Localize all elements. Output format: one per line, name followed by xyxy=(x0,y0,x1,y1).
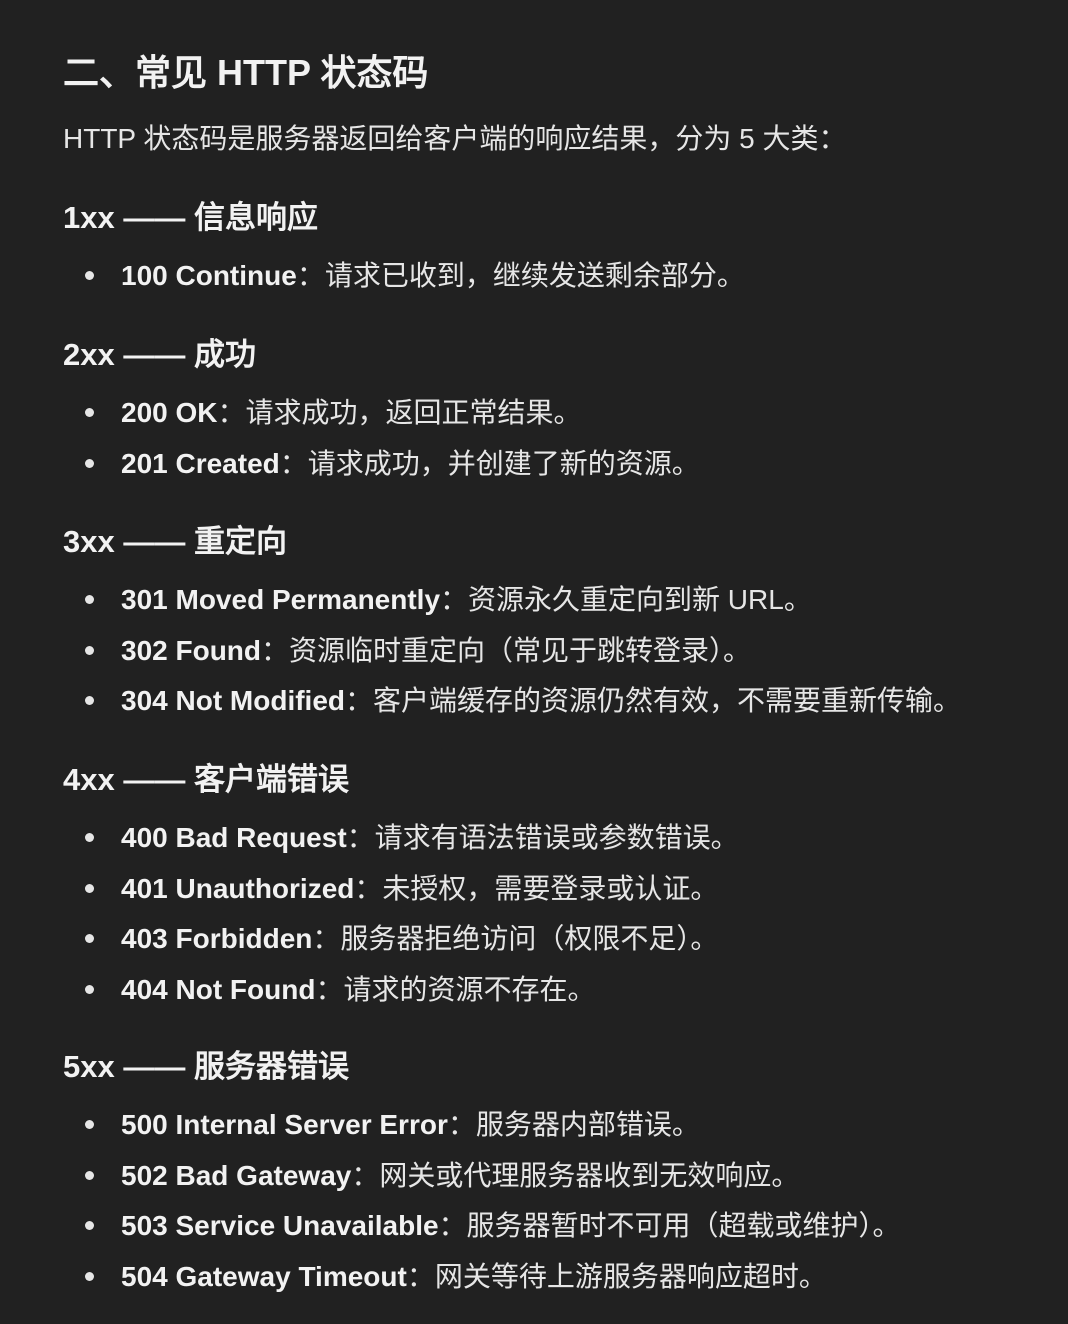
status-code: 200 OK xyxy=(121,397,218,428)
status-code: 504 Gateway Timeout xyxy=(121,1260,407,1292)
status-desc: ：请求有语法错误或参数错误。 xyxy=(346,822,739,853)
list-item: 301 Moved Permanently：资源永久重定向到新 URL。 xyxy=(63,582,961,633)
bullet-icon xyxy=(85,1271,94,1281)
status-code: 304 Not Modified xyxy=(121,685,346,716)
list-item: 403 Forbidden：服务器拒绝访问（权限不足）。 xyxy=(63,921,739,972)
status-desc: ：资源临时重定向（常见于跳转登录）。 xyxy=(261,634,752,666)
list-item: 503 Service Unavailable：服务器暂时不可用（超载或维护）。 xyxy=(63,1208,901,1259)
list-item: 502 Bad Gateway：网关或代理服务器收到无效响应。 xyxy=(63,1158,901,1209)
list-3xx: 301 Moved Permanently：资源永久重定向到新 URL。 302… xyxy=(63,582,961,734)
bullet-icon xyxy=(85,595,94,604)
status-desc: ：资源永久重定向到新 URL。 xyxy=(440,584,812,615)
bullet-icon xyxy=(85,1221,94,1230)
status-desc: ：未授权，需要登录或认证。 xyxy=(354,872,719,904)
status-desc: ：服务器拒绝访问（权限不足）。 xyxy=(312,923,719,954)
intro-paragraph: HTTP 状态码是服务器返回给客户端的响应结果，分为 5 大类： xyxy=(63,123,847,154)
bullet-icon xyxy=(85,458,94,468)
status-desc: ：服务器内部错误。 xyxy=(447,1109,700,1140)
section-heading-1xx: 1xx —— 信息响应 xyxy=(63,200,318,235)
section-heading-2xx: 2xx —— 成功 xyxy=(63,337,256,372)
status-code: 401 Unauthorized xyxy=(121,872,355,904)
document: 二、常见 HTTP 状态码 HTTP 状态码是服务器返回给客户端的响应结果，分为… xyxy=(0,0,1068,1324)
list-item: 302 Found：资源临时重定向（常见于跳转登录）。 xyxy=(63,633,961,684)
bullet-icon xyxy=(85,934,94,943)
status-desc: ：请求已收到，继续发送剩余部分。 xyxy=(296,260,745,291)
page-title: 二、常见 HTTP 状态码 xyxy=(63,52,429,93)
status-code: 301 Moved Permanently xyxy=(121,584,441,615)
status-desc: ：请求的资源不存在。 xyxy=(315,973,596,1005)
list-item: 401 Unauthorized：未授权，需要登录或认证。 xyxy=(63,871,739,922)
list-item: 304 Not Modified：客户端缓存的资源仍然有效，不需要重新传输。 xyxy=(63,683,961,734)
bullet-icon xyxy=(85,696,94,705)
bullet-icon xyxy=(85,833,94,842)
bullet-icon xyxy=(85,271,94,280)
status-code: 403 Forbidden xyxy=(121,923,313,954)
bullet-icon xyxy=(85,1170,94,1180)
status-desc: ：客户端缓存的资源仍然有效，不需要重新传输。 xyxy=(345,685,962,716)
list-item: 404 Not Found：请求的资源不存在。 xyxy=(63,972,739,1023)
bullet-icon xyxy=(85,1120,94,1129)
list-4xx: 400 Bad Request：请求有语法错误或参数错误。 401 Unauth… xyxy=(63,820,739,1022)
status-code: 201 Created xyxy=(121,447,280,479)
status-desc: ：服务器暂时不可用（超载或维护）。 xyxy=(438,1210,901,1241)
status-code: 502 Bad Gateway xyxy=(121,1159,352,1191)
status-code: 500 Internal Server Error xyxy=(121,1109,448,1140)
status-code: 400 Bad Request xyxy=(121,822,347,853)
list-item: 200 OK：请求成功，返回正常结果。 xyxy=(63,395,700,446)
status-desc: ：请求成功，返回正常结果。 xyxy=(217,397,582,428)
status-code: 302 Found xyxy=(121,634,262,666)
bullet-icon xyxy=(85,883,94,893)
status-desc: ：网关或代理服务器收到无效响应。 xyxy=(351,1159,800,1191)
list-item: 201 Created：请求成功，并创建了新的资源。 xyxy=(63,446,700,497)
list-2xx: 200 OK：请求成功，返回正常结果。 201 Created：请求成功，并创建… xyxy=(63,395,700,496)
list-item: 400 Bad Request：请求有语法错误或参数错误。 xyxy=(63,820,739,871)
status-desc: ：网关等待上游服务器响应超时。 xyxy=(406,1260,827,1292)
status-code: 503 Service Unavailable xyxy=(121,1210,439,1241)
section-heading-5xx: 5xx —— 服务器错误 xyxy=(63,1049,349,1084)
section-heading-3xx: 3xx —— 重定向 xyxy=(63,524,287,559)
bullet-icon xyxy=(85,408,94,417)
section-heading-4xx: 4xx —— 客户端错误 xyxy=(63,762,349,797)
status-desc: ：请求成功，并创建了新的资源。 xyxy=(279,447,700,479)
list-item: 100 Continue：请求已收到，继续发送剩余部分。 xyxy=(63,258,745,309)
list-1xx: 100 Continue：请求已收到，继续发送剩余部分。 xyxy=(63,258,745,309)
status-code: 404 Not Found xyxy=(121,973,316,1005)
status-code: 100 Continue xyxy=(121,260,297,291)
list-item: 504 Gateway Timeout：网关等待上游服务器响应超时。 xyxy=(63,1259,901,1310)
bullet-icon xyxy=(85,645,94,655)
list-5xx: 500 Internal Server Error：服务器内部错误。 502 B… xyxy=(63,1107,901,1309)
bullet-icon xyxy=(85,984,94,994)
list-item: 500 Internal Server Error：服务器内部错误。 xyxy=(63,1107,901,1158)
